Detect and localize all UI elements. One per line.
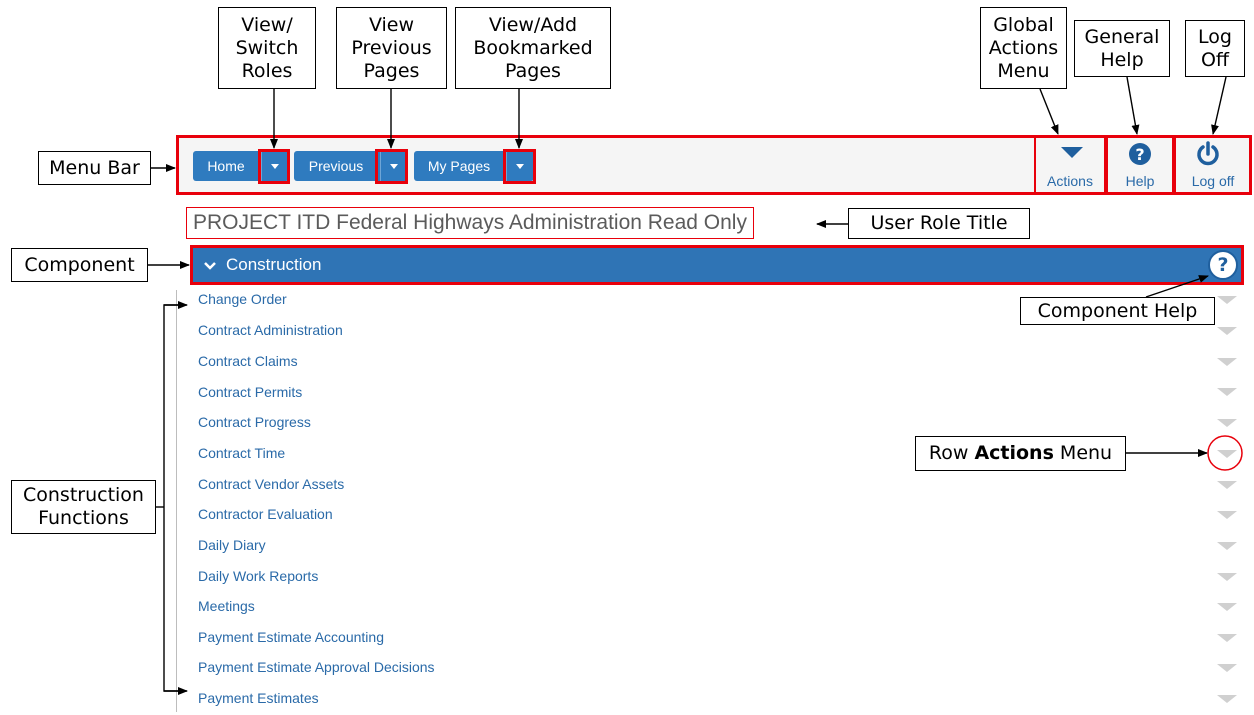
arrow-log-off [1211, 76, 1227, 135]
arrow-general-help [1126, 76, 1140, 135]
arrow-component-help [1145, 275, 1209, 298]
annotation-arrows [148, 76, 1243, 695]
row-actions-highlight [1207, 435, 1243, 471]
arrow-global-actions [1039, 88, 1059, 135]
bracket-construction-functions [163, 304, 185, 692]
